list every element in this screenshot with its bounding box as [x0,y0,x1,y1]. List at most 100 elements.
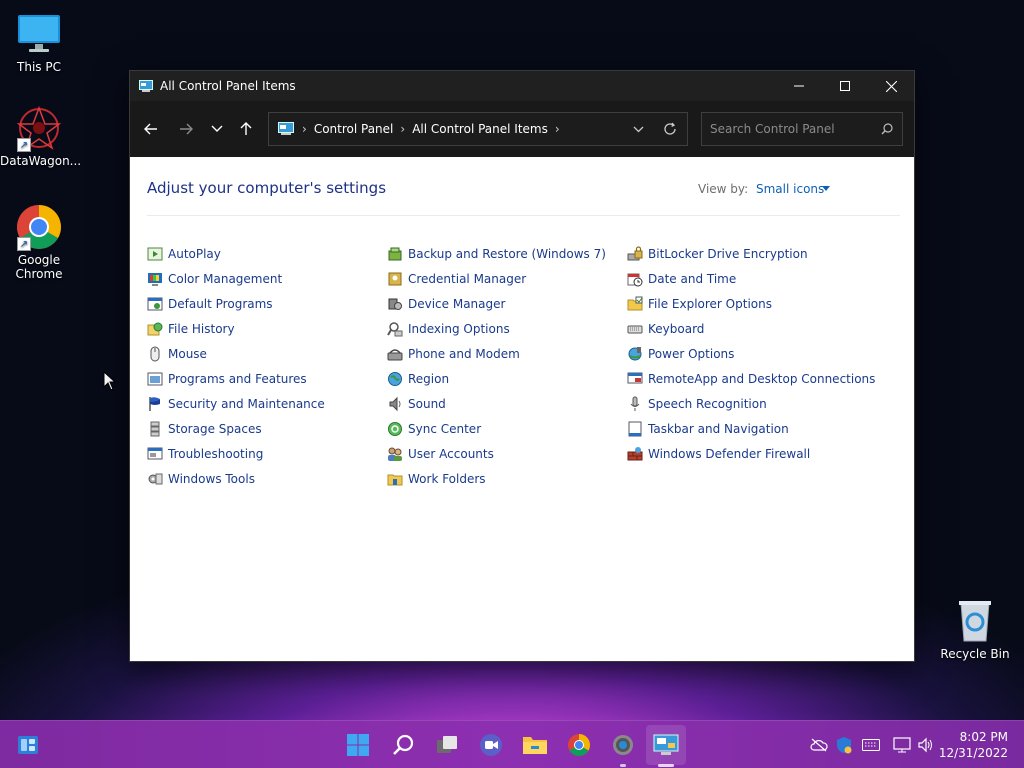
cloud-offline-icon [810,738,828,752]
user-accounts-icon [388,447,402,461]
cp-item-device-manager[interactable]: Device Manager [387,295,505,313]
cp-item-autoplay[interactable]: AutoPlay [147,245,221,263]
cp-item-label: Date and Time [648,272,737,286]
search-input[interactable]: Search Control Panel [701,112,903,146]
cp-item-color-management[interactable]: Color Management [147,270,282,288]
cp-item-keyboard[interactable]: Keyboard [627,320,704,338]
cp-item-label: AutoPlay [168,247,221,261]
maximize-button[interactable] [822,71,868,101]
cp-item-bitlocker[interactable]: BitLocker Drive Encryption [627,245,808,263]
address-bar[interactable]: › Control Panel › All Control Panel Item… [268,112,688,146]
cp-item-indexing-options[interactable]: Indexing Options [387,320,510,338]
network-tray-button[interactable] [809,735,829,755]
cp-item-credential-manager[interactable]: Credential Manager [387,270,526,288]
gear-icon [613,735,633,755]
cp-item-backup-and-restore[interactable]: Backup and Restore (Windows 7) [387,245,606,263]
control-panel-taskbar-button[interactable] [652,731,680,767]
cp-item-date-and-time[interactable]: Date and Time [627,270,736,288]
cp-item-taskbar-and-navigation[interactable]: Taskbar and Navigation [627,420,789,438]
control-panel-icon [139,80,153,92]
cp-item-label: Color Management [168,272,283,286]
desktop-icon-label: This PC [17,60,61,74]
cp-item-label: User Accounts [408,447,494,461]
datawagon-logo-icon: ↗ [15,104,63,152]
cp-item-label: RemoteApp and Desktop Connections [648,372,876,386]
cp-item-sync-center[interactable]: Sync Center [387,420,481,438]
refresh-button[interactable] [653,122,687,136]
display-tray-button[interactable] [892,735,912,755]
cp-item-file-explorer-options[interactable]: File Explorer Options [627,295,772,313]
cp-item-sound[interactable]: Sound [387,395,446,413]
breadcrumb-separator-icon: › [554,122,560,136]
search-button[interactable] [389,731,417,759]
cp-item-user-accounts[interactable]: User Accounts [387,445,494,463]
cp-item-power-options[interactable]: Power Options [627,345,734,363]
remoteapp-icon [627,372,643,384]
cp-item-troubleshooting[interactable]: Troubleshooting [147,445,263,463]
cp-item-programs-and-features[interactable]: Programs and Features [147,370,307,388]
windows-logo-icon [347,734,369,756]
cp-item-windows-defender-firewall[interactable]: Windows Defender Firewall [627,445,810,463]
clock-date: 12/31/2022 [938,746,1008,760]
widgets-button[interactable] [14,731,42,759]
cp-item-work-folders[interactable]: Work Folders [387,470,486,488]
speaker-icon [389,396,401,412]
view-by-dropdown[interactable]: Small icons [756,182,824,196]
teams-chat-button[interactable] [477,731,505,759]
cp-item-file-history[interactable]: File History [147,320,235,338]
minimize-button[interactable] [776,71,822,101]
keyboard-tray-button[interactable] [861,735,881,755]
close-button[interactable] [868,71,914,101]
settings-button[interactable] [609,731,637,767]
cp-item-label: Keyboard [648,322,705,336]
cp-item-remoteapp[interactable]: RemoteApp and Desktop Connections [627,370,875,388]
cp-item-storage-spaces[interactable]: Storage Spaces [147,420,262,438]
content-area: Adjust your computer's settings View by:… [130,157,914,661]
start-button[interactable] [344,731,372,759]
monitor-icon [15,10,63,58]
breadcrumb-all-control-panel-items[interactable]: All Control Panel Items [412,122,548,136]
clock[interactable]: 8:02 PM 12/31/2022 [938,729,1008,761]
firewall-icon [627,447,643,461]
cp-item-label: Security and Maintenance [168,397,325,411]
cp-item-speech-recognition[interactable]: Speech Recognition [627,395,767,413]
back-button[interactable] [136,114,166,144]
chrome-icon: ↗ [15,203,63,251]
cp-item-label: Device Manager [408,297,506,311]
desktop-icon-this-pc[interactable]: This PC [0,10,78,74]
desktop-icon-google-chrome[interactable]: ↗ Google Chrome [0,203,78,281]
cp-item-mouse[interactable]: Mouse [147,345,207,363]
maximize-icon [840,81,850,91]
cp-item-windows-tools[interactable]: Windows Tools [147,470,255,488]
cp-item-phone-and-modem[interactable]: Phone and Modem [387,345,520,363]
search-icon [881,123,893,135]
cp-item-label: File Explorer Options [648,297,772,311]
desktop-icon-datawagon[interactable]: ↗ DataWagon... [0,104,81,168]
cp-item-label: Region [408,372,450,386]
file-explorer-button[interactable] [521,731,549,759]
mouse-cursor-icon [103,371,117,391]
folder-icon [387,474,403,486]
recent-locations-button[interactable] [202,114,232,144]
title-bar[interactable]: All Control Panel Items [130,71,914,101]
control-panel-icon [653,734,679,755]
desktop-icon-recycle-bin[interactable]: Recycle Bin [936,597,1014,661]
globe-icon [388,372,402,386]
close-icon [885,80,897,92]
task-view-button[interactable] [433,731,461,759]
shield-icon [837,737,852,754]
up-button[interactable] [231,114,261,144]
cp-item-label: Power Options [648,347,735,361]
troubleshooting-icon [147,447,163,460]
chrome-button[interactable] [565,731,593,759]
running-indicator [620,764,626,767]
cp-item-security-and-maintenance[interactable]: Security and Maintenance [147,395,325,413]
forward-button[interactable] [171,114,201,144]
breadcrumb-control-panel[interactable]: Control Panel [314,122,394,136]
power-options-icon [628,347,642,361]
cp-item-region[interactable]: Region [387,370,449,388]
cp-item-default-programs[interactable]: Default Programs [147,295,273,313]
address-dropdown-button[interactable] [623,126,653,133]
security-tray-button[interactable] [834,735,854,755]
volume-tray-button[interactable] [916,735,936,755]
